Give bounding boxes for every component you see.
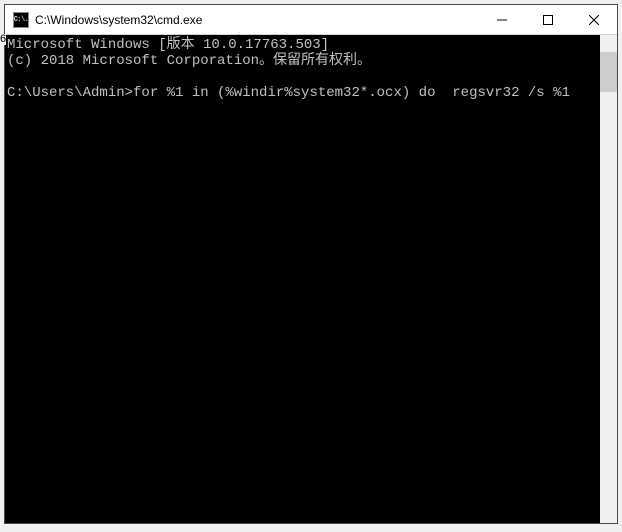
terminal-line: (c) 2018 Microsoft Corporation。保留所有权利。 — [7, 53, 371, 69]
scrollbar-thumb[interactable] — [600, 52, 617, 92]
close-icon — [589, 15, 599, 25]
maximize-icon — [543, 15, 553, 25]
minimize-icon — [497, 15, 507, 25]
terminal-area[interactable]: Microsoft Windows [版本 10.0.17763.503] (c… — [5, 35, 617, 523]
scrollbar-track[interactable] — [600, 35, 617, 523]
cmd-icon: C:\. — [13, 12, 29, 28]
terminal-prompt-line: C:\Users\Admin>for %1 in (%windir%system… — [7, 85, 570, 101]
close-button[interactable] — [571, 5, 617, 34]
cmd-window: C:\. C:\Windows\system32\cmd.exe Mic — [4, 4, 618, 524]
minimize-button[interactable] — [479, 5, 525, 34]
maximize-button[interactable] — [525, 5, 571, 34]
page-indicator: 6 — [0, 34, 6, 45]
window-title: C:\Windows\system32\cmd.exe — [35, 13, 479, 27]
terminal-content: Microsoft Windows [版本 10.0.17763.503] (c… — [7, 37, 599, 101]
window-controls — [479, 5, 617, 34]
titlebar[interactable]: C:\. C:\Windows\system32\cmd.exe — [5, 5, 617, 35]
terminal-line: Microsoft Windows [版本 10.0.17763.503] — [7, 37, 329, 53]
